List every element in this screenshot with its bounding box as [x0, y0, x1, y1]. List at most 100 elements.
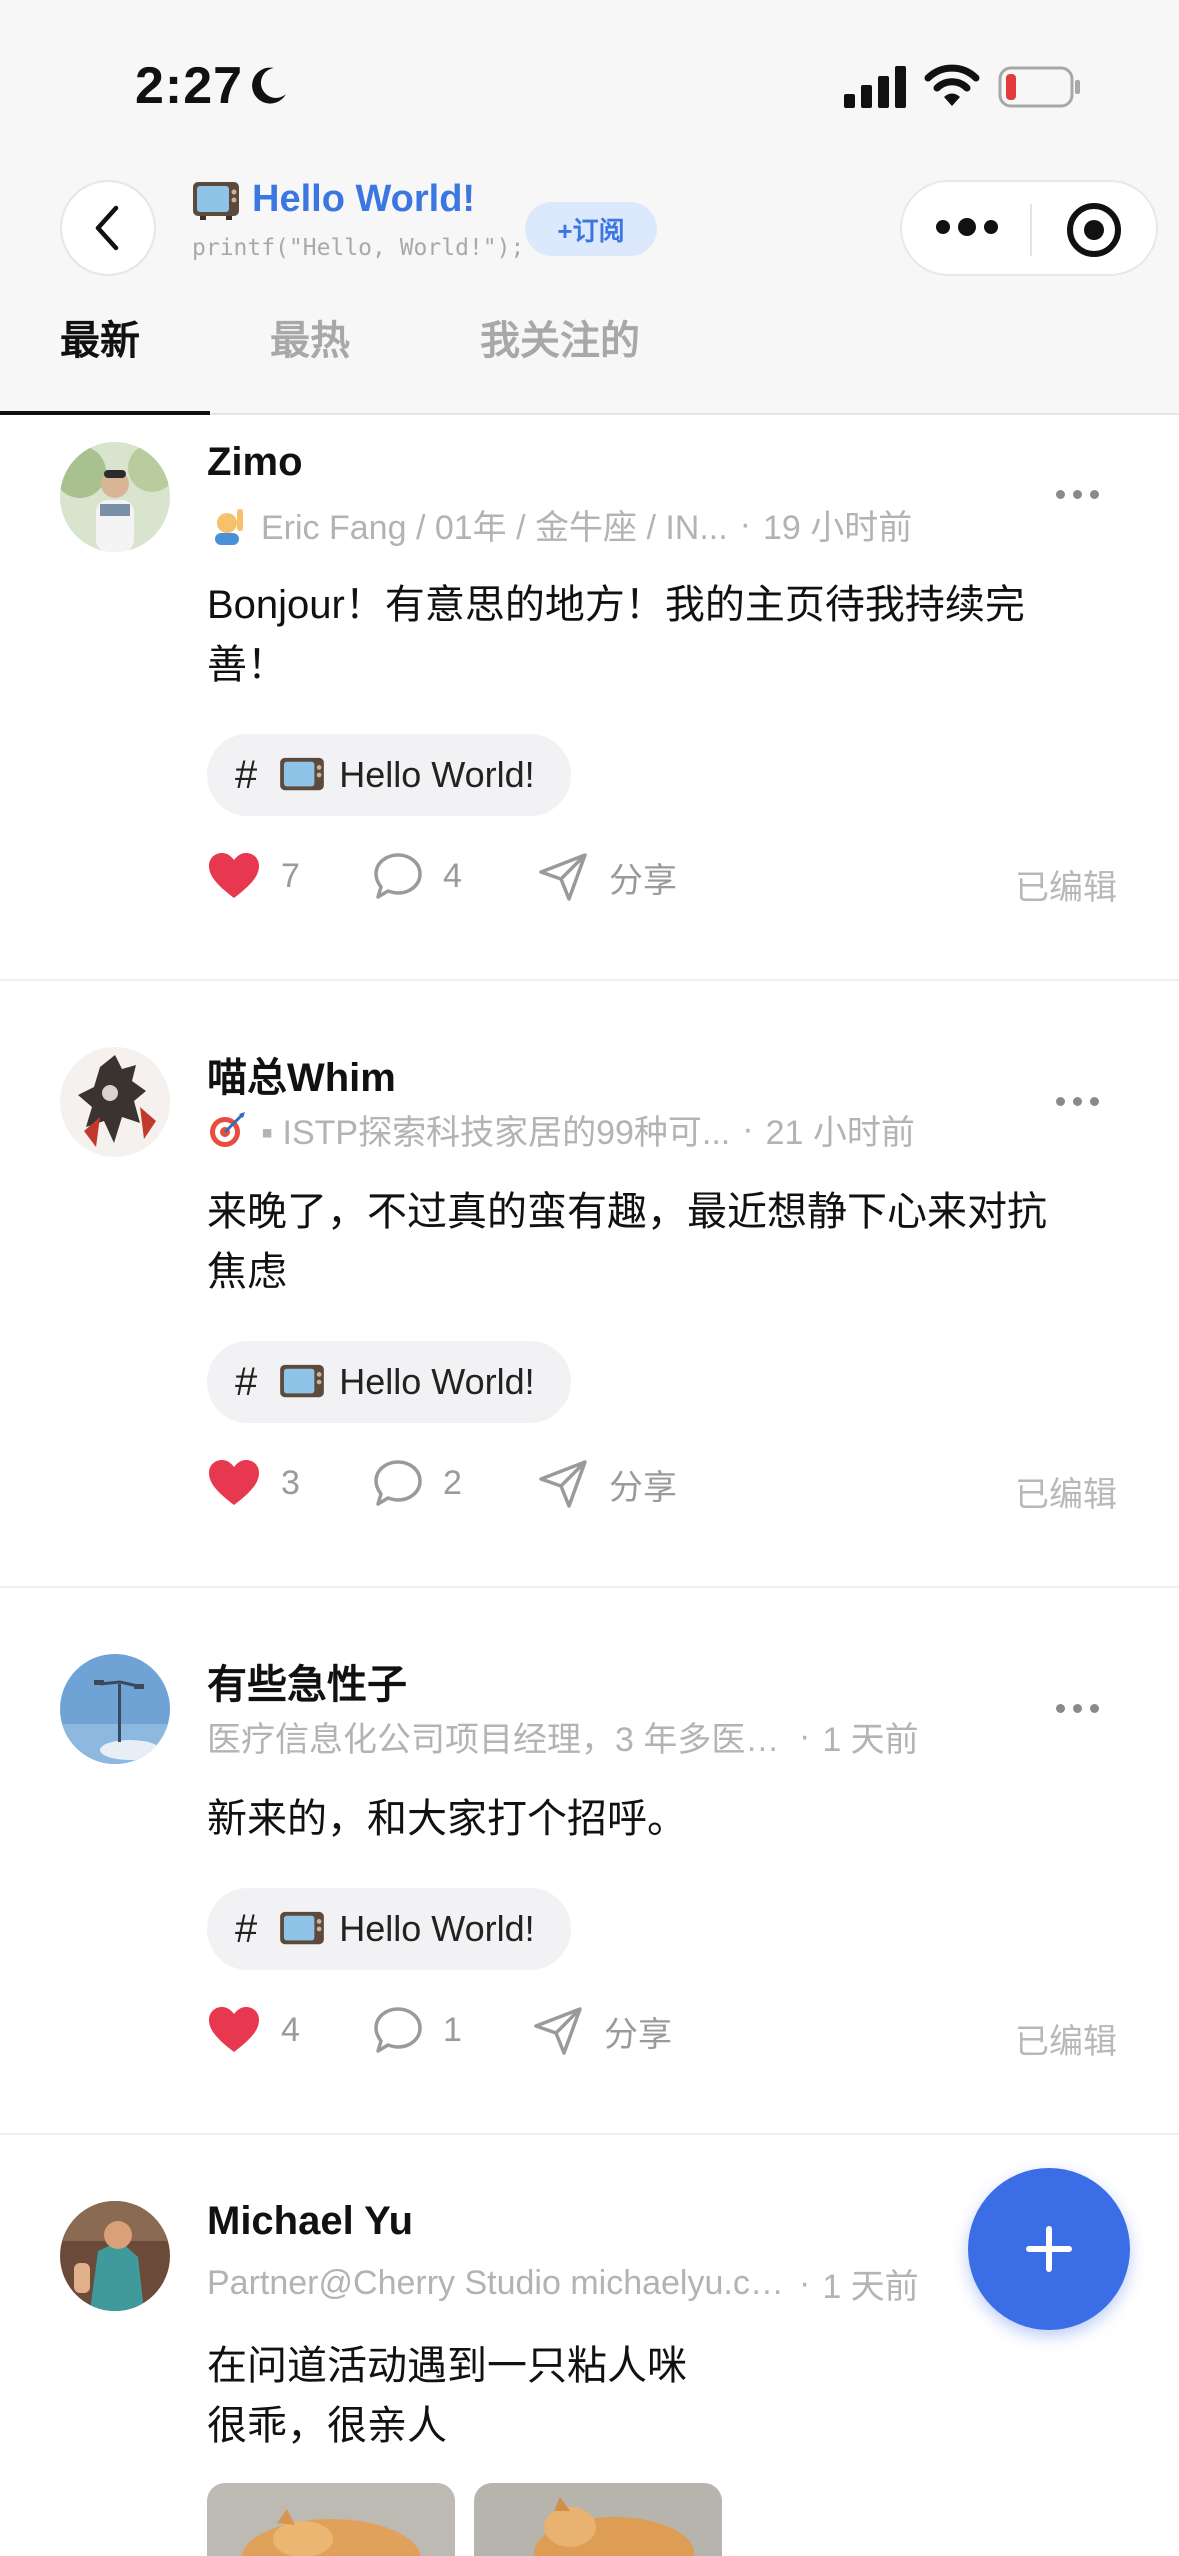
television-icon [280, 1911, 325, 1945]
post-divider [0, 2133, 1179, 2135]
content-line: 善！ [207, 643, 287, 687]
post-time: 21 小时前 [765, 1114, 915, 1152]
topic-chip[interactable]: # Hello World! [207, 1341, 571, 1423]
content-line: 来晚了，不过真的蛮有趣，最近想静下心来对抗 [207, 1190, 1047, 1234]
plus-icon [1026, 2226, 1072, 2272]
avatar[interactable] [60, 1654, 170, 1764]
post-actions: 4 1 分享 已编辑 [207, 2006, 1127, 2066]
television-icon [280, 1364, 325, 1398]
comment-icon [374, 853, 422, 899]
page-title[interactable]: Hello World! [252, 178, 475, 221]
share-label: 分享 [604, 2015, 672, 2054]
mini-program-capsule [900, 180, 1158, 276]
chevron-left-icon [95, 205, 119, 251]
comment-button[interactable]: 2 [373, 1459, 462, 1507]
author-bio: 医疗信息化公司项目经理，3 年多医疗... [207, 1721, 787, 1759]
content-line: 焦虑 [207, 1250, 287, 1294]
topic-label: Hello World! [339, 754, 535, 795]
avatar[interactable] [60, 442, 170, 552]
cellular-signal-icon [844, 66, 906, 108]
post-meta: 医疗信息化公司项目经理，3 年多医疗... · 1 天前 [207, 1712, 1007, 1761]
heart-icon [209, 1460, 259, 1505]
post-photo-cat[interactable] [474, 2483, 722, 2556]
post-author[interactable]: Zimo [207, 440, 303, 485]
author-bio: Partner@Cherry Studio michaelyu.cn... [207, 2264, 787, 2302]
comment-count: 4 [443, 856, 462, 895]
channel-title-block: Hello World! printf("Hello, World!"); [192, 178, 524, 261]
create-post-button[interactable] [968, 2168, 1130, 2330]
send-icon [539, 1460, 587, 1508]
share-label: 分享 [609, 861, 677, 900]
battery-icon [998, 66, 1080, 108]
post-content: 新来的，和大家打个招呼。 [207, 1789, 1107, 1849]
hash-icon: # [235, 752, 258, 797]
topic-label: Hello World! [339, 1908, 535, 1949]
like-button[interactable]: 3 [207, 1459, 300, 1507]
television-icon [193, 181, 239, 220]
tab-hottest[interactable]: 最热 [270, 310, 350, 410]
post-more-button[interactable] [1056, 490, 1099, 499]
send-icon [534, 2007, 582, 2055]
heart-icon [209, 2007, 259, 2052]
meta-separator: · [799, 2264, 811, 2302]
share-button[interactable]: 分享 [537, 852, 677, 902]
post-more-button[interactable] [1056, 1097, 1099, 1106]
meta-separator: · [739, 505, 751, 543]
post-author[interactable]: 喵总Whim [207, 1045, 396, 1103]
active-tab-indicator [0, 411, 210, 415]
post-content: Bonjour！有意思的地方！我的主页待我持续完 善！ [207, 575, 1107, 695]
post-meta: Partner@Cherry Studio michaelyu.cn... · … [207, 2259, 1007, 2308]
comment-button[interactable]: 4 [373, 852, 462, 900]
close-target-button[interactable] [1067, 203, 1121, 257]
page-header: Hello World! printf("Hello, World!"); +订… [0, 170, 1179, 415]
post-meta: ▪ ISTP探索科技家居的99种可... · 21 小时前 [207, 1105, 1007, 1154]
post-meta: Eric Fang / 01年 / 金牛座 / IN... · 19 小时前 [207, 500, 1007, 549]
hash-icon: # [235, 1359, 258, 1404]
post-actions: 3 2 分享 已编辑 [207, 1459, 1127, 1519]
edited-label: 已编辑 [1015, 2023, 1117, 2061]
like-count: 7 [281, 856, 300, 895]
back-button[interactable] [60, 180, 156, 276]
topic-chip[interactable]: # Hello World! [207, 1888, 571, 1970]
channel-subtitle: printf("Hello, World!"); [192, 235, 525, 261]
more-options-button[interactable] [936, 218, 998, 236]
post-time: 1 天前 [822, 2268, 919, 2306]
tab-following[interactable]: 我关注的 [480, 310, 640, 410]
edited-label: 已编辑 [1015, 1476, 1117, 1514]
status-bar: 2:27 [0, 0, 1179, 170]
like-count: 4 [281, 2010, 300, 2049]
post-content: 来晚了，不过真的蛮有趣，最近想静下心来对抗 焦虑 [207, 1182, 1107, 1302]
topic-chip[interactable]: # Hello World! [207, 734, 571, 816]
post-author[interactable]: Michael Yu [207, 2199, 413, 2244]
post-author[interactable]: 有些急性子 [207, 1652, 407, 1710]
like-count: 3 [281, 1463, 300, 1502]
share-button[interactable]: 分享 [532, 2006, 672, 2056]
capsule-divider [1030, 204, 1032, 256]
post-photo-cat[interactable] [207, 2483, 455, 2556]
heart-icon [209, 853, 259, 898]
content-line: 很乖，很亲人 [207, 2404, 447, 2448]
topic-label: Hello World! [339, 1361, 535, 1402]
share-label: 分享 [609, 1468, 677, 1507]
share-button[interactable]: 分享 [537, 1459, 677, 1509]
like-button[interactable]: 4 [207, 2006, 300, 2054]
tab-latest[interactable]: 最新 [60, 310, 140, 410]
post-time: 19 小时前 [763, 509, 913, 547]
subscribe-button[interactable]: +订阅 [525, 202, 657, 256]
edited-label: 已编辑 [1015, 869, 1117, 907]
post-time: 1 天前 [822, 1721, 919, 1759]
moon-icon [252, 67, 286, 104]
hash-icon: # [235, 1906, 258, 1951]
post-more-button[interactable] [1056, 1704, 1099, 1713]
wifi-icon [924, 64, 980, 106]
dart-target-icon [210, 1111, 245, 1147]
avatar[interactable] [60, 2201, 170, 2311]
comment-count: 1 [443, 2010, 462, 2049]
comment-icon [374, 2007, 422, 2053]
post-divider [0, 1586, 1179, 1588]
like-button[interactable]: 7 [207, 852, 300, 900]
comment-button[interactable]: 1 [373, 2006, 462, 2054]
avatar[interactable] [60, 1047, 170, 1157]
person-raising-hand-icon [215, 508, 243, 545]
post-actions: 7 4 分享 已编辑 [207, 852, 1127, 912]
